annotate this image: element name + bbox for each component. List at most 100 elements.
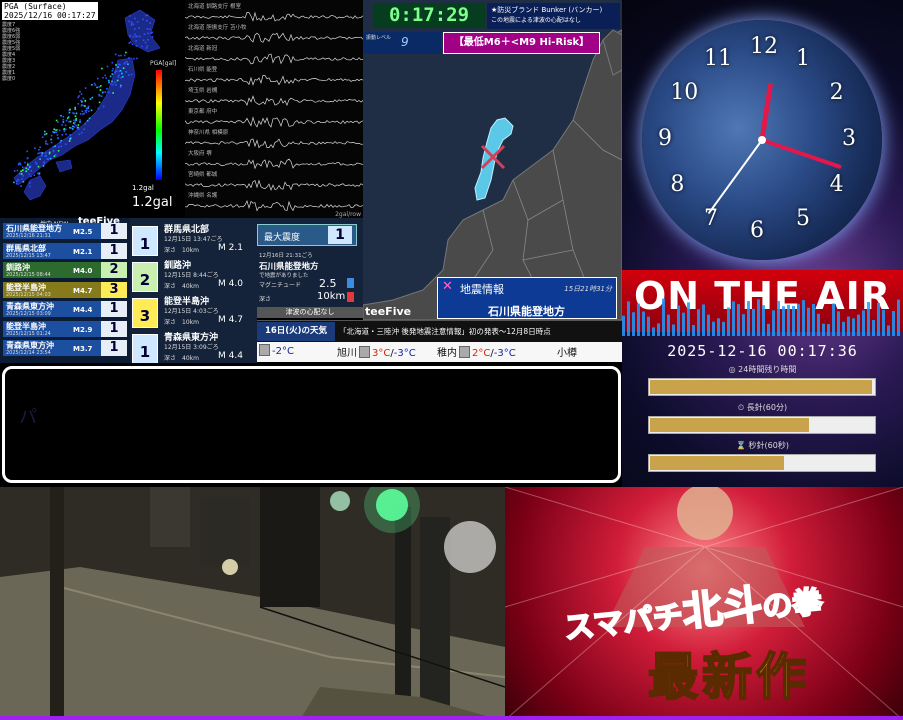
clock-center bbox=[758, 136, 766, 144]
equalizer-bar bbox=[692, 325, 695, 336]
weather-city: 旭川 3°C/-3°C bbox=[337, 346, 416, 359]
quake-list-item[interactable]: 石川県能登地方 2025/12/16 21:31 M2.5 1 bbox=[3, 223, 127, 239]
equalizer-bar bbox=[787, 304, 790, 336]
quake-list-magnitude: M4.4 bbox=[73, 306, 93, 314]
quake-list-magnitude: M2.9 bbox=[73, 325, 93, 334]
equalizer-bar bbox=[877, 302, 880, 336]
ad-title-line2: 最新作 bbox=[647, 647, 810, 707]
epicenter-map-panel: 0:17:29 ★防災ブランド Bunker (バンカー) この地震による津波の… bbox=[363, 0, 622, 320]
equalizer-bar bbox=[742, 314, 745, 336]
equalizer-bar bbox=[677, 305, 680, 336]
quake-list-item[interactable]: 群馬県北部 2025/12/15 13:47 M2.1 1 bbox=[3, 242, 127, 259]
quake-list-item[interactable]: 青森県東方沖 2025/12/15 03:09 M4.4 1 bbox=[3, 301, 127, 317]
digital-datetime: 2025-12-16 00:17:36 bbox=[667, 342, 858, 360]
quake-list-panel: 地中 NEW teeFive 石川県能登地方2025/12/16 21:31M2… bbox=[0, 216, 130, 363]
vibration-level: 振動レベル 9 bbox=[363, 32, 441, 54]
pga-legend: 震度7 震度6強 震度6弱 震度5強 震度5弱 震度4 震度3 震度2 震度1 震度0 bbox=[2, 22, 32, 82]
equalizer-bar bbox=[842, 321, 845, 336]
equalizer-bar bbox=[772, 310, 775, 336]
equalizer-bar bbox=[892, 311, 895, 336]
quake-detail-depth: 深さ 10km bbox=[164, 319, 199, 326]
equalizer-bars bbox=[622, 298, 900, 336]
equalizer-bar bbox=[757, 299, 760, 336]
equalizer-bar bbox=[732, 301, 735, 336]
headline-text: 「北海道・三陸沖 後発地震注意情報」初の発表～12月8日時点 bbox=[339, 327, 551, 336]
equalizer-bar bbox=[897, 299, 900, 336]
weather-high: 3°C bbox=[372, 348, 391, 359]
pga-scale-title: PGA[gal] bbox=[150, 60, 177, 67]
quake-list-time: 2025/12/15 13:47 bbox=[6, 252, 51, 259]
equalizer-bar bbox=[747, 301, 750, 336]
quake-list-shindo: 1 bbox=[101, 340, 127, 356]
weather-low: -2°C bbox=[272, 346, 294, 357]
quake-detail-item[interactable]: 2 釧路沖 12月15日 8:44ごろ 深さ 40km M 4.0 bbox=[132, 258, 255, 296]
equalizer-bar bbox=[857, 314, 860, 336]
quake-detail-item[interactable]: 3 能登半島沖 12月15日 4:03ごろ 深さ 10km M 4.7 bbox=[132, 294, 255, 332]
pga-gal-value: 1.2gal bbox=[132, 195, 173, 210]
quake-detail-date: 12月15日 4:03ごろ bbox=[164, 308, 219, 315]
epicenter-x-icon bbox=[478, 142, 508, 172]
quake-list-time: 2025/12/15 01:24 bbox=[6, 330, 51, 337]
max-intensity-panel: 最大震度 1 12月16日 21:31ごろ 石川県能登地方 で地震がありました … bbox=[257, 218, 363, 318]
quake-list-item[interactable]: 青森県東方沖 2025/12/14 23:54 M3.7 1 bbox=[3, 340, 127, 356]
equalizer-bar bbox=[882, 309, 885, 336]
equalizer-bar bbox=[627, 301, 630, 336]
equalizer-bar bbox=[817, 313, 820, 336]
pga-color-scale bbox=[156, 70, 162, 180]
minute-hand-fill bbox=[650, 418, 810, 432]
pga-label: PGA (Surface) 2025/12/16 00:17:27 bbox=[2, 2, 98, 20]
quake-list-item[interactable]: 釧路沖 2025/12/15 08:44 M4.0 2 bbox=[3, 262, 127, 278]
quake-detail-magnitude: M 2.1 bbox=[218, 243, 243, 253]
second-hand bbox=[708, 139, 763, 214]
depth-label: 深さ bbox=[259, 296, 272, 303]
magnitude-value: 2.5 bbox=[319, 277, 337, 290]
equalizer-bar bbox=[727, 307, 730, 336]
quake-note: で地震がありました bbox=[259, 273, 309, 279]
pga-legend-item: 震度0 bbox=[2, 76, 16, 82]
street-camera-feed bbox=[0, 487, 505, 720]
equalizer-bar bbox=[712, 321, 715, 336]
remaining-24h-fill bbox=[650, 380, 872, 394]
equalizer-bar bbox=[847, 316, 850, 336]
equalizer-bar bbox=[852, 318, 855, 336]
weather-ticker: -2°C 旭川 3°C/-3°C 稚内 2°C/-3°C 小樽 bbox=[257, 342, 622, 362]
quake-list-item[interactable]: 能登半島沖 2025/12/15 01:24 M2.9 1 bbox=[3, 320, 127, 337]
quake-list-magnitude: M2.1 bbox=[73, 247, 93, 256]
equalizer-bar bbox=[697, 309, 700, 336]
minute-hand-label: ⏲ 長針(60分) bbox=[737, 403, 788, 412]
quake-list-item[interactable]: 能登半島沖 2025/12/15 04:03 M4.7 3 bbox=[3, 281, 127, 298]
weather-city-name: 旭川 bbox=[337, 348, 357, 359]
quake-info-time: 15日21時31分 bbox=[564, 285, 612, 293]
equalizer-bar bbox=[887, 325, 890, 336]
quake-list-shindo: 1 bbox=[101, 223, 127, 239]
second-hand-label: ⌛ 秒針(60秒) bbox=[736, 441, 789, 450]
equalizer-bar bbox=[807, 307, 810, 336]
quake-detail-shindo: 3 bbox=[132, 298, 158, 328]
weather-city: 稚内 2°C/-3°C bbox=[437, 346, 516, 359]
weather-cloud-icon bbox=[459, 346, 470, 358]
tsunami-warning-text: この地震による津波の心配はなし bbox=[491, 17, 581, 24]
quake-detail-magnitude: M 4.0 bbox=[218, 279, 243, 289]
pachinko-advertisement: スマパチ北斗の拳 最新作 bbox=[505, 487, 903, 720]
equalizer-bar bbox=[682, 312, 685, 336]
tsunami-warning-box: ★防災ブランド Bunker (バンカー) この地震による津波の心配はなし bbox=[487, 3, 620, 29]
elapsed-timer: 0:17:29 bbox=[373, 3, 485, 28]
weather-cloud-icon bbox=[259, 344, 270, 356]
equalizer-bar bbox=[767, 323, 770, 336]
equalizer-bar bbox=[662, 298, 665, 336]
equalizer-bar bbox=[797, 303, 800, 336]
equalizer-bar bbox=[862, 310, 865, 336]
hour-hand bbox=[759, 83, 773, 143]
pga-map-panel: PGA (Surface) 2025/12/16 00:17:27 震度7 震度6強… bbox=[0, 0, 185, 220]
weather-city: 小樽 bbox=[557, 344, 577, 359]
quake-list-shindo: 1 bbox=[101, 301, 127, 317]
quake-detail-item[interactable]: 1 青森県東方沖 12月15日 3:09ごろ 深さ 40km M 4.4 bbox=[132, 330, 255, 363]
quake-detail-shindo: 1 bbox=[132, 226, 158, 256]
minute-hand-bar bbox=[648, 416, 876, 434]
quake-detail-item[interactable]: 1 群馬県北部 12月15日 13:47ごろ 深さ 10km M 2.1 bbox=[132, 222, 255, 260]
quake-info-x-icon: ✕ bbox=[442, 279, 453, 294]
weather-city-name: 小樽 bbox=[557, 348, 577, 359]
quake-list-time: 2025/12/15 04:03 bbox=[6, 291, 51, 298]
equalizer-bar bbox=[722, 321, 725, 336]
minute-hand bbox=[760, 138, 842, 169]
